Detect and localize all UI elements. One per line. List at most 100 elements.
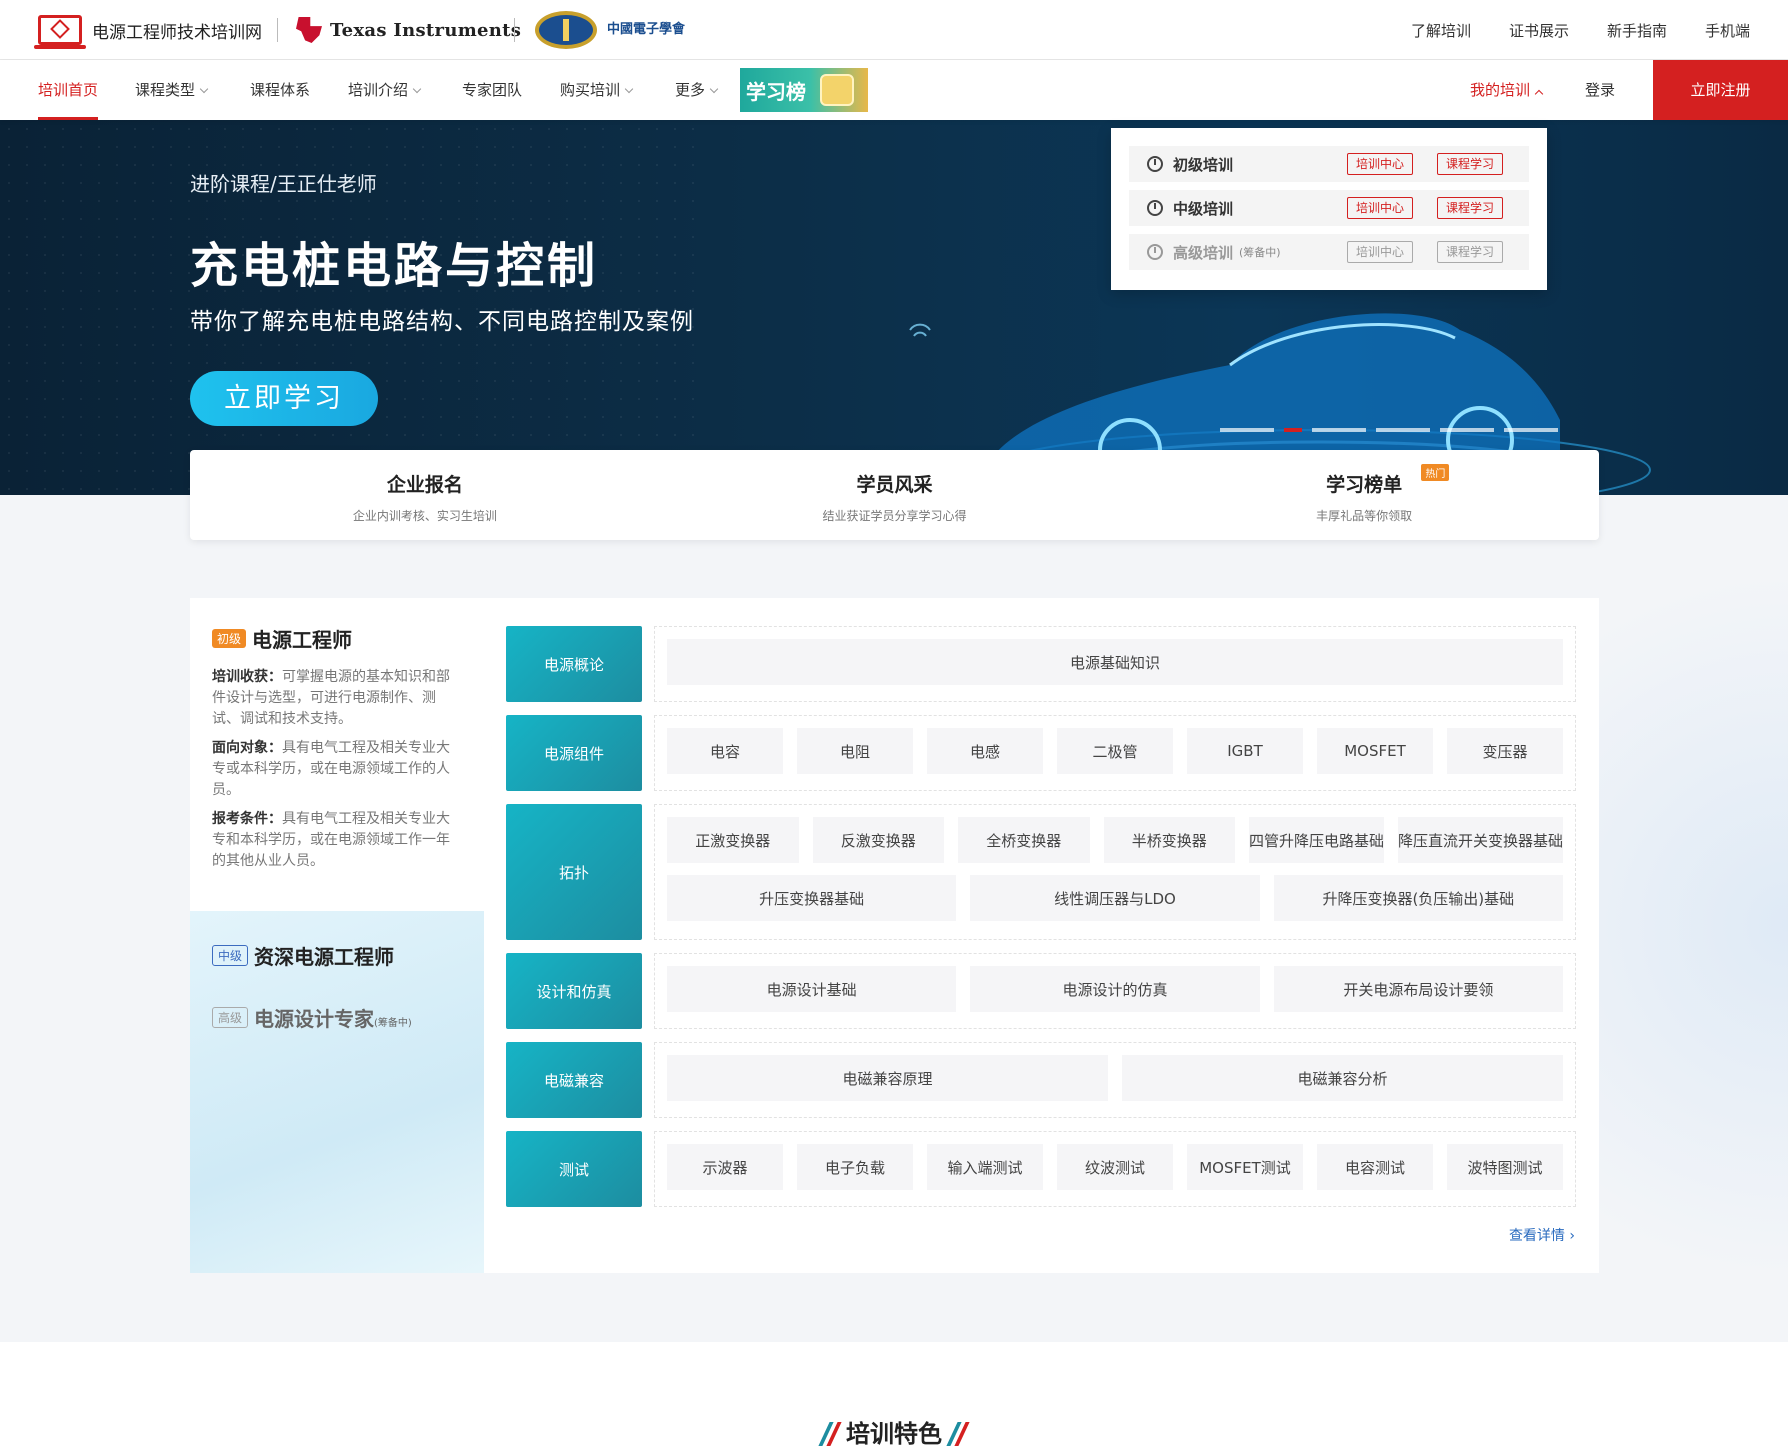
nav-course-types[interactable]: 课程类型 [135,60,209,120]
topic-chip[interactable]: 升降压变换器(负压输出)基础 [1273,875,1563,921]
quick-link-students[interactable]: 学员风采 结业获证学员分享学习心得 [660,450,1130,540]
category-topics: 电源设计基础 电源设计的仿真 开关电源布局设计要领 [654,953,1576,1029]
leaderboard-label: 学习榜 [746,79,806,104]
topic-chip[interactable]: 电感 [927,728,1043,774]
feature-heading: 培训特色 [0,1414,1788,1449]
topic-chip[interactable]: 二极管 [1057,728,1173,774]
category-label[interactable]: 测试 [506,1131,642,1207]
chevron-down-icon [624,84,634,94]
topic-chip[interactable]: 开关电源布局设计要领 [1273,966,1563,1012]
my-training-menu[interactable]: 我的培训 [1470,60,1544,120]
quick-link-title: 学员风采 [856,474,933,496]
level-badge: 中级 [212,945,249,966]
top-link-certificates[interactable]: 证书展示 [1509,20,1569,41]
chevron-down-icon [412,84,422,94]
quick-link-title: 企业报名 [386,474,463,496]
top-link-mobile[interactable]: 手机端 [1705,20,1750,41]
topic-chip[interactable]: MOSFET测试 [1187,1144,1303,1190]
topic-chip[interactable]: 电磁兼容原理 [667,1055,1108,1101]
topic-chip[interactable]: 波特图测试 [1447,1144,1563,1190]
carousel-dot[interactable] [1312,428,1366,432]
category-topics: 电源基础知识 [654,626,1576,702]
dropdown-label: 初级培训 [1173,155,1234,174]
top-link-learn[interactable]: 了解培训 [1411,20,1471,41]
course-section: 初级 电源工程师 培训收获：可掌握电源的基本知识和部件设计与选型，可进行电源制作… [190,598,1599,1273]
hero-title: 充电桩电路与控制 [190,238,599,294]
level-mid[interactable]: 中级 资深电源工程师 [212,941,394,970]
quick-link-leaderboard[interactable]: 学习榜单 热门 丰厚礼品等你领取 [1129,450,1599,540]
carousel-dot[interactable] [1504,428,1558,432]
carousel-dot[interactable] [1440,428,1494,432]
topic-chip[interactable]: 电子负载 [797,1144,913,1190]
nav-more[interactable]: 更多 [675,60,719,120]
site-logo[interactable]: 电源工程师技术培训网 [34,12,262,49]
nav-experts[interactable]: 专家团队 [462,60,522,120]
topic-chip[interactable]: MOSFET [1317,728,1433,774]
topic-chip[interactable]: 电阻 [797,728,913,774]
topic-row: 电源设计基础 电源设计的仿真 开关电源布局设计要领 [667,966,1563,1012]
topic-chip[interactable]: 正激变换器 [667,817,799,863]
training-center-button[interactable]: 培训中心 [1347,153,1414,175]
level-badge: 高级 [212,1007,249,1028]
course-study-button[interactable]: 课程学习 [1437,197,1504,219]
topic-chip[interactable]: 电源设计的仿真 [970,966,1260,1012]
view-details-link[interactable]: 查看详情 › [1509,1225,1575,1245]
topic-chip[interactable]: 四管升降压电路基础 [1249,817,1385,863]
feature-section: 培训特色 [0,1342,1788,1450]
level-senior[interactable]: 高级 电源设计专家(筹备中) [212,1003,412,1032]
topic-chip[interactable]: 线性调压器与LDO [970,875,1260,921]
quick-link-desc: 企业内训考核、实习生培训 [352,509,497,523]
category-label[interactable]: 设计和仿真 [506,953,642,1029]
nav-buy[interactable]: 购买培训 [560,60,634,120]
top-header: 电源工程师技术培训网 Texas Instruments 中國電子學會 了解培训… [0,0,1788,60]
dropdown-row-primary: 初级培训 培训中心 课程学习 [1129,146,1529,182]
category-label[interactable]: 电源组件 [506,715,642,791]
category-label[interactable]: 电磁兼容 [506,1042,642,1118]
laptop-icon [34,15,86,49]
topic-chip[interactable]: 变压器 [1447,728,1563,774]
hero-description: 带你了解充电桩电路结构、不同电路控制及案例 [190,309,694,335]
topic-chip[interactable]: 电容测试 [1317,1144,1433,1190]
nav-curriculum[interactable]: 课程体系 [250,60,310,120]
chevron-down-icon [199,84,209,94]
category-label[interactable]: 电源概论 [506,626,642,702]
level-target: 面向对象：具有电气工程及相关专业大专或本科学历，或在电源领域工作的人员。 [212,740,450,798]
topic-row: 电磁兼容原理 电磁兼容分析 [667,1055,1563,1101]
level-title: 资深电源工程师 [254,945,395,969]
carousel-indicators [1220,428,1558,432]
login-link[interactable]: 登录 [1585,60,1615,120]
topic-chip[interactable]: 半桥变换器 [1103,817,1235,863]
topic-chip[interactable]: 全桥变换器 [958,817,1090,863]
topic-chip[interactable]: 电容 [667,728,783,774]
level-primary-panel[interactable]: 初级 电源工程师 培训收获：可掌握电源的基本知识和部件设计与选型，可进行电源制作… [190,598,484,872]
topic-chip[interactable]: 示波器 [667,1144,783,1190]
topic-chip[interactable]: 电磁兼容分析 [1122,1055,1563,1101]
dropdown-row-mid: 中级培训 培训中心 课程学习 [1129,190,1529,226]
leaderboard-banner[interactable]: 学习榜 [740,68,868,112]
ti-logo: Texas Instruments [296,12,521,48]
topic-chip[interactable]: IGBT [1187,728,1303,774]
training-center-button[interactable]: 培训中心 [1347,197,1414,219]
course-study-button[interactable]: 课程学习 [1437,153,1504,175]
topic-chip[interactable]: 升压变换器基础 [667,875,957,921]
carousel-dot[interactable] [1376,428,1430,432]
start-learning-button[interactable]: 立即学习 [190,371,378,426]
nav-training-intro[interactable]: 培训介绍 [348,60,422,120]
carousel-dot-active[interactable] [1284,428,1302,432]
topic-chip[interactable]: 电源设计基础 [667,966,957,1012]
topic-chip[interactable]: 纹波测试 [1057,1144,1173,1190]
topic-chip[interactable]: 降压直流开关变换器基础 [1398,817,1564,863]
level-title: 电源设计专家(筹备中) [254,1007,412,1031]
gauge-icon [1147,200,1163,216]
topic-chip[interactable]: 输入端测试 [927,1144,1043,1190]
nav-home[interactable]: 培训首页 [38,60,99,120]
site-name: 电源工程师技术培训网 [92,22,262,43]
carousel-dot[interactable] [1220,428,1274,432]
topic-row: 正激变换器 反激变换器 全桥变换器 半桥变换器 四管升降压电路基础 降压直流开关变换器基础 [667,817,1564,863]
category-label[interactable]: 拓扑 [506,804,642,940]
top-link-guide[interactable]: 新手指南 [1607,20,1667,41]
topic-chip[interactable]: 反激变换器 [812,817,944,863]
quick-link-enterprise[interactable]: 企业报名 企业内训考核、实习生培训 [190,450,660,540]
register-button[interactable]: 立即注册 [1653,60,1788,120]
topic-chip[interactable]: 电源基础知识 [667,639,1563,685]
